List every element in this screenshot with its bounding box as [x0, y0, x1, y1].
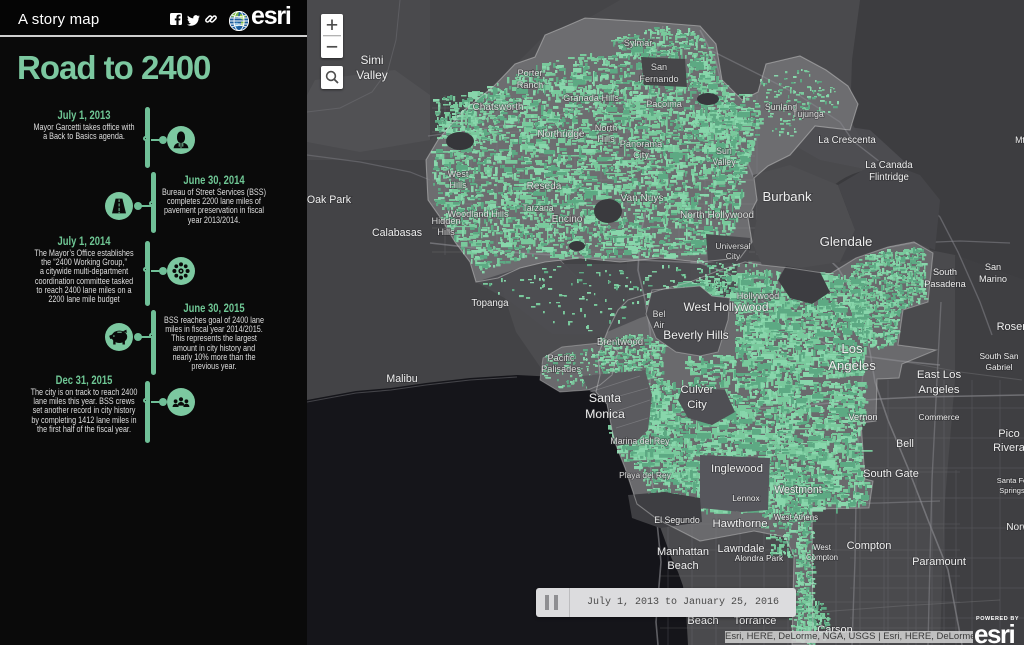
svg-text:Pico: Pico [998, 428, 1019, 440]
svg-text:West Athens: West Athens [774, 513, 818, 522]
svg-text:Oak Park: Oak Park [307, 194, 352, 206]
svg-text:City: City [633, 150, 649, 160]
svg-text:Mt: Mt [1015, 135, 1024, 145]
svg-text:La Canada: La Canada [865, 160, 913, 171]
svg-text:Universal: Universal [716, 241, 751, 251]
svg-text:Alondra Park: Alondra Park [735, 553, 784, 563]
svg-text:Flintridge: Flintridge [869, 172, 909, 183]
svg-text:Los: Los [841, 341, 863, 356]
svg-text:Hills: Hills [597, 134, 615, 144]
svg-text:Santa Fe: Santa Fe [997, 476, 1024, 485]
svg-text:La Crescenta: La Crescenta [818, 135, 876, 146]
svg-text:Ranch: Ranch [517, 80, 544, 90]
svg-text:Glendale: Glendale [820, 234, 873, 249]
svg-text:Angeles: Angeles [918, 384, 959, 396]
svg-text:Valley: Valley [712, 157, 736, 167]
svg-text:Bel: Bel [653, 309, 666, 319]
svg-text:East Los: East Los [917, 369, 962, 381]
svg-text:Commerce: Commerce [919, 412, 960, 422]
svg-text:Monica: Monica [585, 407, 625, 421]
svg-text:Vernon: Vernon [848, 412, 877, 422]
svg-text:Tujunga: Tujunga [792, 109, 824, 119]
svg-text:Northridge: Northridge [537, 129, 585, 140]
svg-text:City: City [726, 251, 741, 261]
svg-text:Encino: Encino [552, 214, 583, 225]
svg-text:Pasadena: Pasadena [924, 279, 966, 289]
svg-text:Playa del Rey: Playa del Rey [619, 470, 671, 480]
svg-text:Bell: Bell [896, 438, 914, 450]
svg-text:Sylmar: Sylmar [624, 38, 653, 48]
svg-text:Manhattan: Manhattan [657, 546, 709, 558]
svg-text:North Hollywood: North Hollywood [680, 210, 754, 221]
svg-text:Hills: Hills [437, 227, 455, 237]
svg-text:Woodland Hills: Woodland Hills [447, 209, 509, 219]
svg-text:Springs: Springs [999, 486, 1024, 495]
svg-text:South Gate: South Gate [863, 468, 919, 480]
svg-text:Inglewood: Inglewood [711, 463, 763, 475]
svg-text:Van Nuys: Van Nuys [620, 193, 663, 204]
svg-text:Marina del Rey: Marina del Rey [610, 436, 670, 446]
svg-text:Reseda: Reseda [527, 181, 562, 192]
svg-text:Simi: Simi [360, 53, 383, 67]
svg-text:Granada Hills: Granada Hills [563, 93, 619, 103]
svg-text:Fernando: Fernando [639, 74, 678, 84]
svg-text:Santa: Santa [589, 391, 621, 405]
svg-text:South: South [933, 267, 957, 277]
svg-text:Paramount: Paramount [912, 556, 966, 568]
svg-text:North: North [595, 123, 617, 133]
svg-text:Pacoima: Pacoima [646, 99, 683, 109]
svg-text:Sun: Sun [716, 146, 732, 156]
svg-text:Valley: Valley [356, 68, 388, 82]
svg-text:Angeles: Angeles [828, 358, 876, 373]
svg-text:South San: South San [979, 351, 1018, 361]
svg-text:Topanga: Topanga [471, 298, 509, 309]
svg-text:Compton: Compton [806, 553, 838, 562]
svg-text:Lennox: Lennox [732, 493, 760, 503]
svg-text:Brentwood: Brentwood [597, 337, 643, 348]
svg-text:Pacific: Pacific [547, 353, 574, 363]
svg-text:Culver: Culver [681, 384, 714, 396]
svg-text:City: City [687, 399, 707, 411]
svg-text:Panorama: Panorama [620, 139, 663, 149]
svg-text:West: West [448, 169, 469, 179]
svg-text:Malibu: Malibu [386, 373, 417, 385]
svg-text:Burbank: Burbank [762, 189, 812, 204]
svg-text:Hawthorne: Hawthorne [712, 518, 767, 530]
svg-text:Rosem: Rosem [997, 321, 1024, 333]
svg-text:Gabriel: Gabriel [986, 362, 1013, 372]
svg-text:West Hollywood: West Hollywood [683, 300, 768, 314]
svg-text:Calabasas: Calabasas [372, 227, 422, 239]
svg-text:West: West [813, 543, 832, 552]
svg-text:Tarzana: Tarzana [522, 203, 553, 213]
svg-text:Rivera: Rivera [993, 442, 1024, 454]
svg-text:El Segundo: El Segundo [654, 515, 700, 525]
svg-text:Chatsworth: Chatsworth [472, 102, 523, 113]
svg-text:Beverly Hills: Beverly Hills [663, 328, 728, 342]
svg-text:Norw: Norw [1006, 522, 1024, 533]
svg-text:Hills: Hills [449, 180, 467, 190]
svg-text:Westmont: Westmont [774, 484, 822, 496]
svg-text:San: San [985, 262, 1001, 272]
svg-text:Marino: Marino [979, 274, 1007, 284]
svg-text:San: San [651, 62, 667, 72]
svg-text:Palisades: Palisades [541, 364, 581, 374]
svg-text:Compton: Compton [847, 540, 892, 552]
svg-text:Porter: Porter [517, 68, 542, 78]
svg-text:Beach: Beach [667, 560, 698, 572]
